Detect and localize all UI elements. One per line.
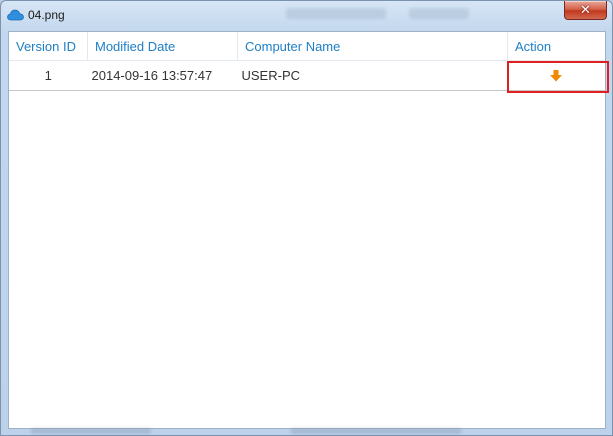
obscured-taskbar-text bbox=[291, 428, 461, 434]
title-bar[interactable]: 04.png ✕ bbox=[1, 1, 612, 31]
column-header-action[interactable]: Action bbox=[507, 32, 605, 61]
column-header-computer-name[interactable]: Computer Name bbox=[237, 32, 508, 61]
obscured-taskbar-text bbox=[31, 428, 151, 434]
version-history-window: 04.png ✕ Version ID Modified Date Comput… bbox=[0, 0, 613, 436]
table-row[interactable]: 1 2014-09-16 13:57:47 USER-PC bbox=[9, 60, 609, 93]
action-cell bbox=[506, 60, 609, 93]
column-header-version-id[interactable]: Version ID bbox=[9, 32, 88, 61]
column-header-modified-date[interactable]: Modified Date bbox=[87, 32, 238, 61]
window-title: 04.png bbox=[28, 8, 65, 22]
version-id-cell: 1 bbox=[9, 60, 88, 91]
close-button[interactable]: ✕ bbox=[564, 1, 607, 20]
table-header-row: Version ID Modified Date Computer Name A… bbox=[9, 32, 605, 61]
modified-date-cell: 2014-09-16 13:57:47 bbox=[87, 60, 238, 91]
cloud-icon bbox=[7, 9, 24, 21]
close-icon: ✕ bbox=[580, 2, 591, 17]
version-table-panel: Version ID Modified Date Computer Name A… bbox=[8, 31, 609, 429]
version-table: Version ID Modified Date Computer Name A… bbox=[9, 32, 609, 93]
highlight-box bbox=[506, 61, 609, 93]
obscured-title-text bbox=[286, 8, 386, 19]
obscured-title-text bbox=[409, 8, 469, 19]
computer-name-cell: USER-PC bbox=[237, 60, 508, 91]
